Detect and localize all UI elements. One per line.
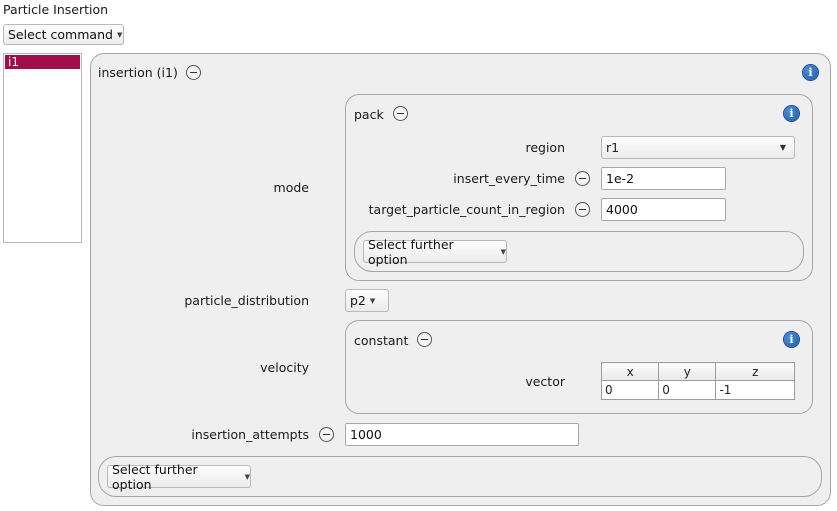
insertion-further-option-dropdown[interactable]: Select further option ▼	[107, 462, 251, 492]
chevron-down-icon: ▼	[500, 247, 506, 256]
select-command-label: Select command	[8, 27, 113, 42]
vector-col-z: z	[715, 362, 795, 381]
insertion-title: insertion (i1)	[98, 65, 178, 80]
insertion-further-option-label: Select further option	[112, 461, 198, 492]
insertion-list[interactable]: i1	[3, 53, 82, 243]
mode-label: mode	[273, 180, 309, 195]
chevron-down-icon: ▼	[116, 30, 123, 39]
insert-every-time-input[interactable]: 1e-2	[601, 167, 726, 190]
vector-label: vector	[525, 374, 565, 389]
vector-col-x: x	[600, 362, 660, 381]
pack-info-icon[interactable]: i	[784, 106, 799, 121]
pack-further-option-label: Select further option	[368, 236, 454, 267]
particle-distribution-value: p2	[350, 293, 366, 308]
minus-icon	[421, 338, 428, 341]
insertion-info-icon[interactable]: i	[803, 65, 818, 80]
insertion-attempts-input[interactable]: 1000	[345, 423, 579, 446]
pack-title: pack	[354, 107, 384, 122]
particle-distribution-select[interactable]: p2 ▼	[345, 289, 389, 312]
remove-insertion-button[interactable]	[186, 65, 201, 80]
minus-icon	[397, 112, 404, 115]
region-select[interactable]: r1 ▼	[601, 136, 795, 159]
chevron-down-icon: ▼	[244, 472, 250, 481]
insert-every-time-label: insert_every_time	[453, 171, 565, 186]
remove-target-count-button[interactable]	[575, 202, 590, 217]
vector-table: x y z 0 0 -1	[600, 362, 795, 400]
remove-constant-button[interactable]	[417, 332, 432, 347]
minus-icon	[579, 177, 586, 180]
vector-z-cell[interactable]: -1	[715, 380, 795, 400]
remove-insertion-attempts-button[interactable]	[319, 427, 334, 442]
region-value: r1	[606, 140, 620, 155]
minus-icon	[323, 433, 330, 436]
velocity-label: velocity	[260, 360, 309, 375]
vector-y-cell[interactable]: 0	[658, 380, 717, 400]
vector-col-y: y	[658, 362, 717, 381]
pack-further-option-dropdown[interactable]: Select further option ▼	[363, 237, 507, 267]
particle-distribution-label: particle_distribution	[184, 293, 309, 308]
target-particle-count-input[interactable]: 4000	[601, 198, 726, 221]
remove-pack-button[interactable]	[393, 106, 408, 121]
select-command-dropdown[interactable]: Select command ▼	[3, 24, 124, 45]
minus-icon	[579, 208, 586, 211]
page-title: Particle Insertion	[3, 2, 109, 17]
remove-insert-every-time-button[interactable]	[575, 171, 590, 186]
constant-info-icon[interactable]: i	[784, 332, 799, 347]
chevron-down-icon: ▼	[369, 296, 376, 305]
insertion-attempts-label: insertion_attempts	[191, 427, 309, 442]
constant-title: constant	[354, 333, 409, 348]
list-item-i1[interactable]: i1	[5, 55, 80, 69]
vector-x-cell[interactable]: 0	[600, 380, 660, 400]
target-particle-count-label: target_particle_count_in_region	[368, 202, 565, 217]
region-label: region	[525, 140, 565, 155]
chevron-down-icon: ▼	[779, 143, 786, 152]
minus-icon	[190, 71, 197, 74]
